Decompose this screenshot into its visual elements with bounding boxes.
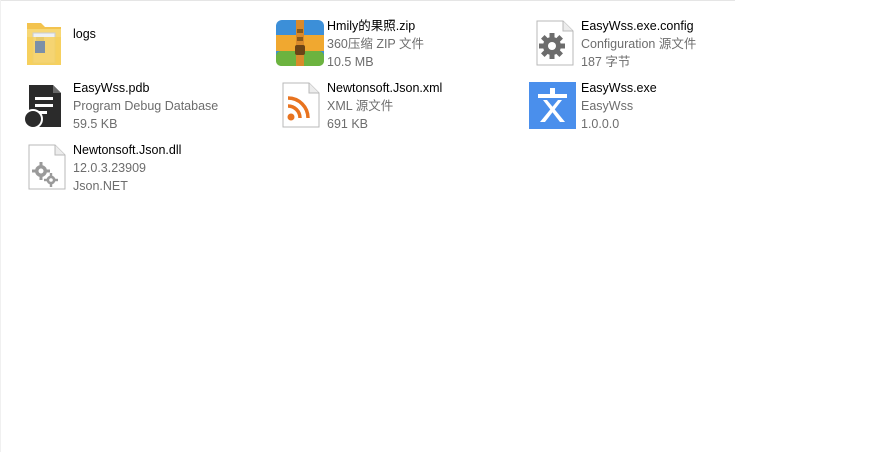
left-divider bbox=[0, 0, 1, 452]
file-item-xml[interactable]: Newtonsoft.Json.xml XML 源文件 691 KB bbox=[275, 79, 515, 135]
file-type: Configuration 源文件 bbox=[581, 37, 697, 51]
zip-archive-icon bbox=[275, 17, 327, 69]
file-name: EasyWss.exe.config bbox=[581, 19, 694, 33]
file-name: EasyWss.pdb bbox=[73, 81, 150, 95]
xml-rss-icon bbox=[275, 79, 327, 131]
file-type: Program Debug Database bbox=[73, 99, 219, 113]
file-size: 187 字节 bbox=[581, 55, 631, 69]
file-size: 691 KB bbox=[327, 117, 369, 131]
file-description: EasyWss bbox=[581, 99, 634, 113]
folder-icon bbox=[21, 17, 73, 69]
file-item-dll[interactable]: Newtonsoft.Json.dll 12.0.3.23909 Json.NE… bbox=[21, 141, 261, 197]
pdb-document-icon bbox=[21, 79, 73, 131]
app-wen-icon bbox=[529, 79, 581, 131]
dll-gears-icon bbox=[21, 141, 73, 193]
file-description: Json.NET bbox=[73, 179, 128, 193]
file-size: 10.5 MB bbox=[327, 55, 374, 69]
file-name: Hmily的果照.zip bbox=[327, 19, 416, 33]
file-size: 59.5 KB bbox=[73, 117, 118, 131]
file-item-zip[interactable]: Hmily的果照.zip 360压缩 ZIP 文件 10.5 MB bbox=[275, 17, 515, 73]
file-name: Newtonsoft.Json.xml bbox=[327, 81, 443, 95]
file-version: 1.0.0.0 bbox=[581, 117, 620, 131]
file-item-logs[interactable]: logs bbox=[21, 17, 261, 73]
file-item-config[interactable]: EasyWss.exe.config Configuration 源文件 187… bbox=[529, 17, 769, 73]
file-type: 360压缩 ZIP 文件 bbox=[327, 37, 425, 51]
file-item-pdb[interactable]: EasyWss.pdb Program Debug Database 59.5 … bbox=[21, 79, 261, 135]
file-item-exe[interactable]: EasyWss.exe EasyWss 1.0.0.0 bbox=[529, 79, 769, 135]
file-name: EasyWss.exe bbox=[581, 81, 657, 95]
file-version: 12.0.3.23909 bbox=[73, 161, 146, 175]
top-divider bbox=[0, 0, 735, 1]
file-type: XML 源文件 bbox=[327, 99, 394, 113]
file-name: logs bbox=[73, 27, 96, 41]
file-name: Newtonsoft.Json.dll bbox=[73, 143, 182, 157]
config-gear-icon bbox=[529, 17, 581, 69]
